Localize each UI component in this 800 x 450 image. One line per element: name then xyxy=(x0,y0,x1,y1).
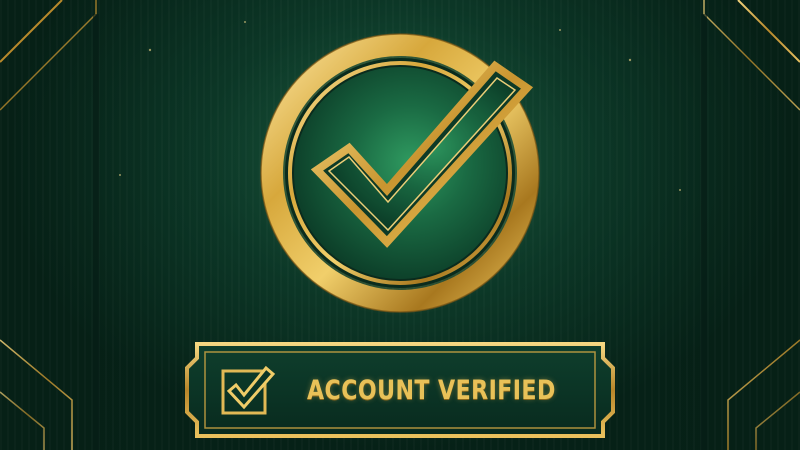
verification-screen: ACCOUNT VERIFIED xyxy=(0,0,800,450)
checkbox-checked-icon xyxy=(221,365,276,415)
verification-status-label: ACCOUNT VERIFIED xyxy=(307,375,556,406)
verified-checkmark-icon xyxy=(257,30,543,316)
frame-corner-top-right xyxy=(701,0,800,450)
verification-banner: ACCOUNT VERIFIED xyxy=(183,340,617,440)
frame-corner-top-left xyxy=(0,0,99,450)
frame-corner-bottom-right xyxy=(727,339,800,450)
frame-corner-bottom-left xyxy=(0,339,73,450)
